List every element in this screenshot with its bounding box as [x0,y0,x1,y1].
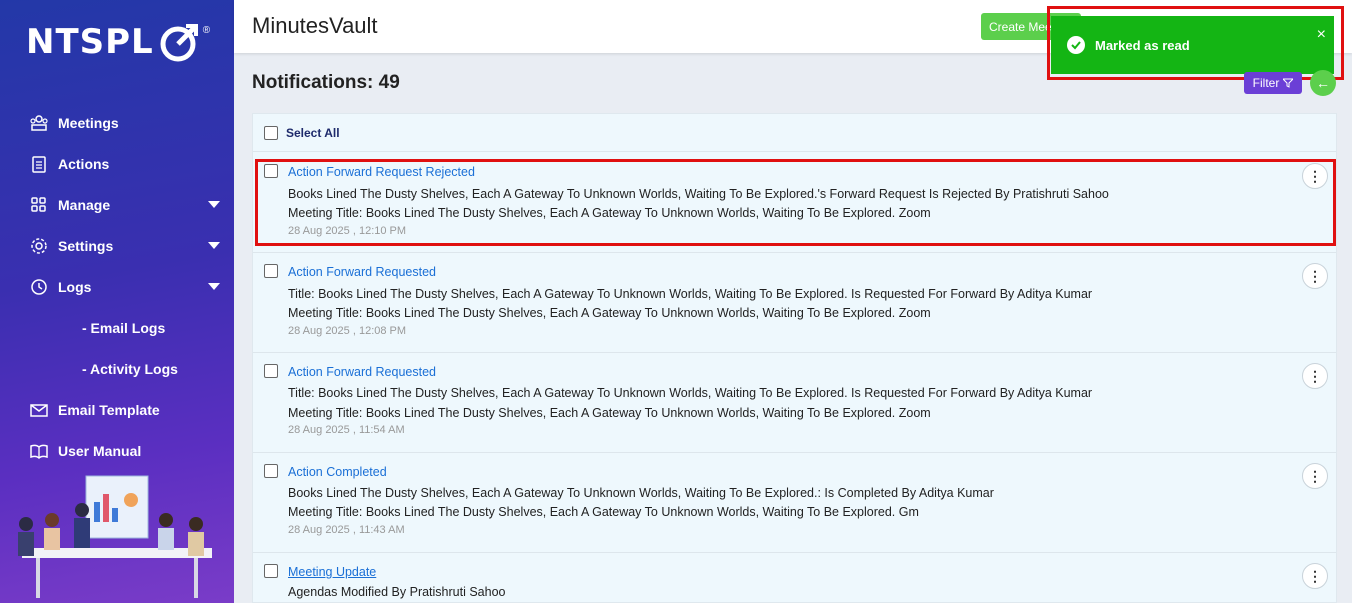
toast-highlight-box [1047,6,1344,80]
notification-text: Title: Books Lined The Dusty Shelves, Ea… [288,386,1093,400]
logo-mark-icon [160,24,198,62]
item-checkbox[interactable] [264,364,278,378]
sidebar-item-meetings[interactable]: Meetings [0,102,234,143]
item-checkbox[interactable] [264,464,278,478]
clipboard-icon [32,155,46,173]
back-button[interactable]: ← [1310,70,1336,96]
more-options-icon[interactable]: ⋮ [1302,563,1328,589]
sidebar-item-settings[interactable]: Settings [0,225,234,266]
notification-meeting-title: Meeting Title: Books Lined The Dusty She… [288,306,931,320]
sidebar: NTSPL ® Meetings Actions Manage Settings [0,0,234,603]
notification-meeting-title: Meeting Title: Books Lined The Dusty She… [288,505,919,519]
sidebar-item-activity-logs[interactable]: - Activity Logs [0,348,234,389]
sidebar-item-label: - Activity Logs [82,360,178,377]
sidebar-item-label: Meetings [58,114,119,131]
meeting-illustration [18,475,212,598]
notification-item[interactable]: Action Completed Books Lined The Dusty S… [253,453,1336,553]
brand-logo[interactable]: NTSPL ® [26,20,210,64]
grid-icon [31,196,46,212]
select-all-checkbox[interactable] [264,125,278,140]
page-title-label: Notifications: [252,72,379,93]
notification-title[interactable]: Action Completed [288,465,387,479]
chevron-down-icon[interactable] [208,242,220,249]
meetings-icon [30,114,48,131]
registered-mark: ® [202,24,211,36]
more-options-icon[interactable]: ⋮ [1302,463,1328,489]
logo-text: NTSPL [26,22,154,62]
notification-text: Books Lined The Dusty Shelves, Each A Ga… [288,486,994,500]
more-options-icon[interactable]: ⋮ [1302,263,1328,289]
sidebar-item-label: - Email Logs [82,319,166,336]
app-title: MinutesVault [252,13,378,38]
chevron-down-icon[interactable] [208,283,220,290]
item-highlight-box [255,159,1336,246]
item-checkbox[interactable] [264,564,278,578]
funnel-icon [1283,78,1294,88]
book-icon [30,444,48,459]
sidebar-item-label: User Manual [58,442,142,459]
sidebar-nav: Meetings Actions Manage Settings Logs - … [0,102,234,471]
notification-item[interactable]: Action Forward Requested Title: Books Li… [253,253,1336,353]
filter-button[interactable]: Filter [1244,72,1302,94]
chevron-down-icon[interactable] [208,201,220,208]
sidebar-item-email-logs[interactable]: - Email Logs [0,307,234,348]
select-all-label: Select All [286,125,340,140]
notification-title-link[interactable]: Meeting Update [288,565,376,579]
sidebar-item-label: Actions [58,155,110,172]
item-checkbox[interactable] [264,264,278,278]
history-icon [31,278,47,295]
sidebar-item-email-template[interactable]: Email Template [0,389,234,430]
select-all-row[interactable]: Select All [253,114,1336,152]
gear-icon [31,237,47,254]
sidebar-item-label: Manage [58,196,111,213]
notification-title[interactable]: Action Forward Requested [288,265,436,279]
envelope-icon [30,403,48,417]
notification-count: 49 [378,72,400,93]
notification-item[interactable]: Meeting Update Agendas Modified By Prati… [253,553,1336,602]
sidebar-item-actions[interactable]: Actions [0,143,234,184]
sidebar-item-label: Logs [58,278,92,295]
sidebar-item-label: Settings [58,237,114,254]
notification-title[interactable]: Action Forward Requested [288,365,436,379]
sidebar-item-logs[interactable]: Logs [0,266,234,307]
filter-label: Filter [1252,76,1280,90]
sidebar-item-manage[interactable]: Manage [0,184,234,225]
notification-text: Agendas Modified By Pratishruti Sahoo [288,585,506,599]
notification-item[interactable]: Action Forward Requested Title: Books Li… [253,353,1336,453]
notification-date: 28 Aug 2025 , 12:08 PM [288,325,407,337]
sidebar-item-label: Email Template [58,401,160,418]
sidebar-item-user-manual[interactable]: User Manual [0,430,234,471]
notification-date: 28 Aug 2025 , 11:43 AM [288,524,405,536]
more-options-icon[interactable]: ⋮ [1302,363,1328,389]
notification-date: 28 Aug 2025 , 11:54 AM [288,424,405,436]
page-title: Notifications: 49 [252,72,400,94]
notification-meeting-title: Meeting Title: Books Lined The Dusty She… [288,406,931,420]
notification-text: Title: Books Lined The Dusty Shelves, Ea… [288,287,1093,301]
